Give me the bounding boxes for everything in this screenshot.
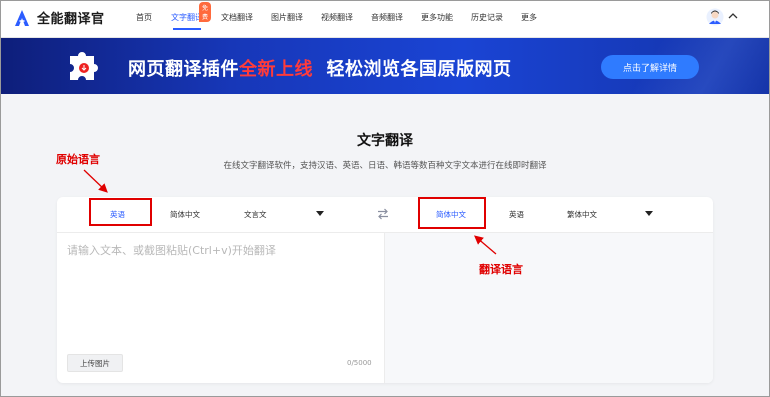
top-navbar: 全能翻译官 首页 文字翻译 免费 文档翻译 图片翻译 视频翻译 音频翻译 更多功… — [0, 0, 770, 38]
source-lang-annotation: 原始语言 — [56, 153, 100, 166]
nav-home[interactable]: 首页 — [136, 12, 152, 23]
target-lang-option[interactable]: 英语 — [509, 209, 524, 220]
app-name: 全能翻译官 — [37, 12, 105, 27]
char-counter: 0/5000 — [347, 359, 372, 367]
nav-doc-translate[interactable]: 文档翻译 — [221, 12, 253, 23]
source-lang-option[interactable]: 文言文 — [244, 209, 267, 220]
nav-audio-translate[interactable]: 音频翻译 — [371, 12, 403, 23]
app-logo[interactable]: 全能翻译官 — [14, 8, 105, 27]
user-avatar-icon[interactable] — [706, 8, 724, 26]
translation-output-pane — [385, 233, 713, 383]
free-badge: 免费 — [199, 2, 212, 22]
page-title: 文字翻译 — [357, 133, 413, 149]
source-lang-option[interactable]: 简体中文 — [170, 209, 200, 220]
target-lang-option[interactable]: 繁体中文 — [567, 209, 597, 220]
source-annotation-arrow — [83, 169, 108, 193]
banner-text-part1: 网页翻译插件 — [128, 59, 239, 80]
nav-more[interactable]: 更多 — [521, 12, 537, 23]
swap-languages-icon[interactable] — [376, 208, 390, 220]
page-subtitle: 在线文字翻译软件，支持汉语、英语、日语、韩语等数百种文字文本进行在线即时翻译 — [223, 161, 547, 171]
nav-history[interactable]: 历史记录 — [471, 12, 503, 23]
upload-image-button[interactable]: 上传图片 — [67, 354, 123, 372]
source-lang-highlight-box — [89, 198, 152, 226]
logo-icon — [15, 9, 29, 26]
learn-more-button[interactable]: 点击了解详情 — [601, 55, 699, 79]
source-lang-dropdown-icon[interactable] — [316, 211, 324, 216]
nav-image-translate[interactable]: 图片翻译 — [271, 12, 303, 23]
chevron-up-icon[interactable] — [728, 12, 738, 20]
puzzle-plugin-icon — [70, 52, 98, 80]
nav-video-translate[interactable]: 视频翻译 — [321, 12, 353, 23]
nav-more-features[interactable]: 更多功能 — [421, 12, 453, 23]
banner-text-highlight: 全新上线 — [239, 59, 313, 80]
banner-text-part2: 轻松浏览各国原版网页 — [313, 59, 512, 80]
translate-card: 英语 简体中文 文言文 简体中文 英语 繁体中文 上传图片 0/5000 — [57, 197, 713, 383]
source-text-input[interactable] — [67, 242, 377, 332]
target-lang-highlight-box — [418, 197, 486, 229]
language-bar: 英语 简体中文 文言文 简体中文 英语 繁体中文 — [57, 197, 713, 233]
promo-banner[interactable]: 网页翻译插件全新上线 轻松浏览各国原版网页 点击了解详情 — [0, 38, 770, 94]
target-lang-annotation: 翻译语言 — [479, 263, 523, 276]
banner-headline: 网页翻译插件全新上线 轻松浏览各国原版网页 — [128, 55, 512, 81]
target-lang-dropdown-icon[interactable] — [645, 211, 653, 216]
